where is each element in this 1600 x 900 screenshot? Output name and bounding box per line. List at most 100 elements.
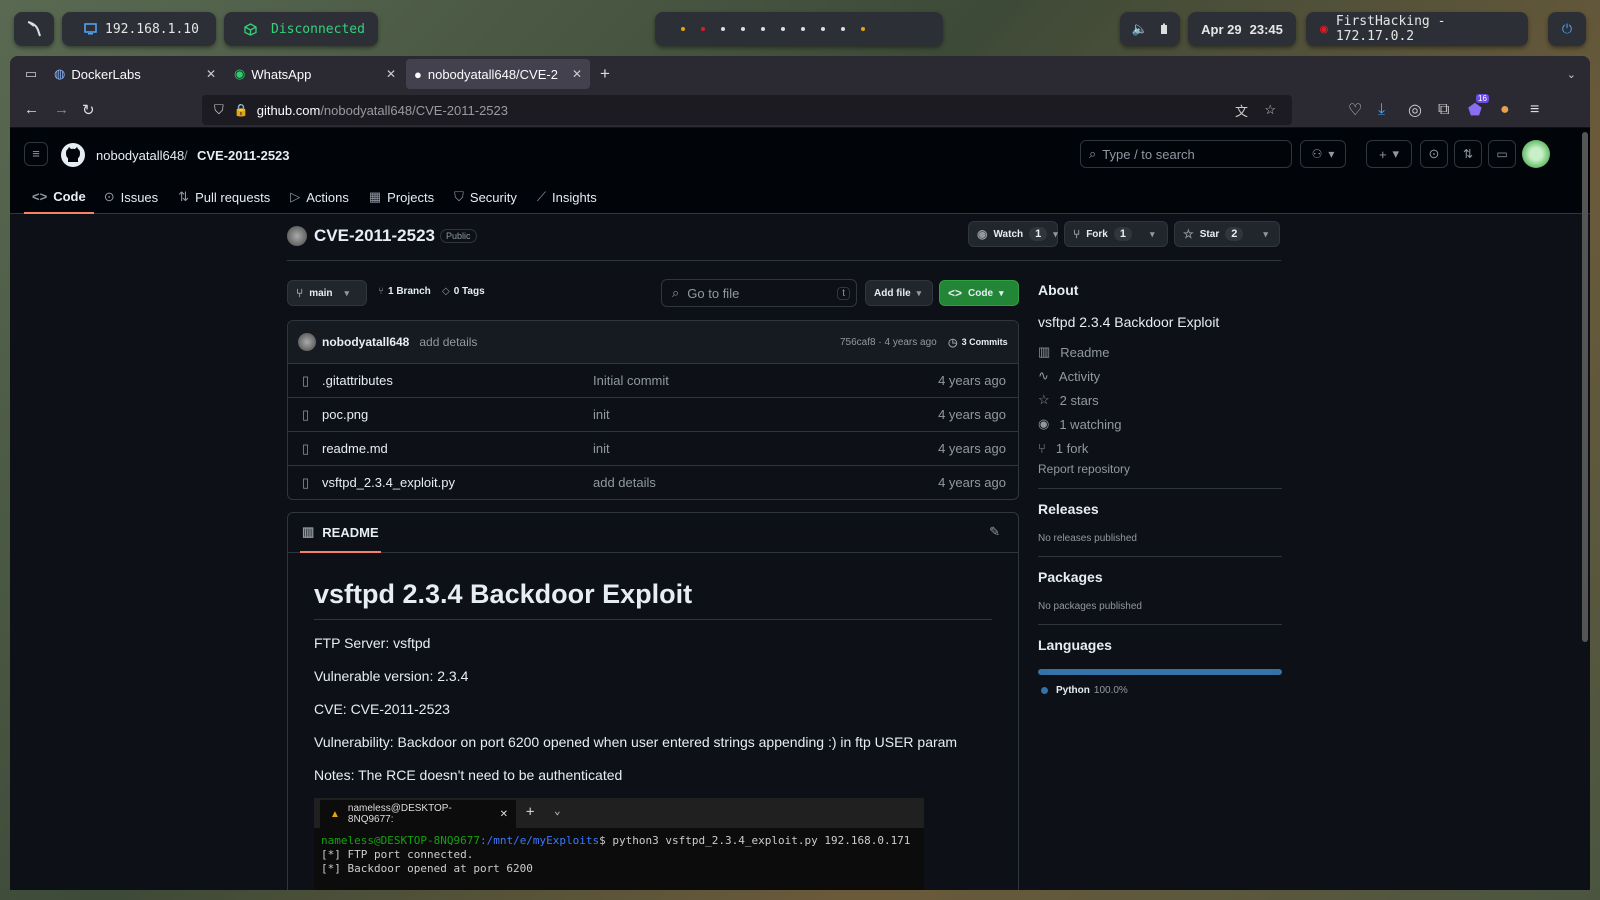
packages-heading[interactable]: Packages xyxy=(1038,569,1282,585)
file-row[interactable]: ▯ poc.png init 4 years ago xyxy=(288,397,1018,431)
search-input[interactable]: ⌕ Type / to search xyxy=(1080,140,1292,168)
workspace-dot[interactable] xyxy=(681,27,685,31)
tray-widget[interactable]: 🔈 xyxy=(1120,12,1180,46)
close-tab-icon[interactable]: ✕ xyxy=(386,67,396,81)
about-readme-link[interactable]: ▥ Readme xyxy=(1038,340,1282,364)
tab-projects[interactable]: ▦ Projects xyxy=(359,180,444,214)
translate-icon[interactable]: 文 xyxy=(1235,101,1248,120)
github-logo-icon[interactable] xyxy=(60,142,86,168)
url-field[interactable]: ⛉ 🔒 github.com /nobodyatall648/CVE-2011-… xyxy=(202,95,1292,125)
file-commit-msg[interactable]: init xyxy=(593,407,610,422)
target-widget[interactable]: ◉ FirstHacking - 172.17.0.2 xyxy=(1306,12,1528,46)
breadcrumb-owner[interactable]: nobodyatall648 xyxy=(96,148,184,163)
tab-whatsapp[interactable]: ◉ WhatsApp ✕ xyxy=(226,59,404,89)
file-row[interactable]: ▯ vsftpd_2.3.4_exploit.py add details 4 … xyxy=(288,465,1018,499)
committer-avatar[interactable] xyxy=(298,333,316,351)
tab-issues[interactable]: ⊙ Issues xyxy=(94,180,168,214)
reload-icon[interactable]: ↻ xyxy=(82,101,95,119)
close-tab-icon[interactable]: ✕ xyxy=(572,67,582,81)
commit-author[interactable]: nobodyatall648 xyxy=(322,335,409,349)
code-button[interactable]: <> Code ▾ xyxy=(939,280,1019,306)
close-tab-icon[interactable]: ✕ xyxy=(206,67,216,81)
new-tab-icon[interactable]: + xyxy=(600,64,610,84)
releases-heading[interactable]: Releases xyxy=(1038,501,1282,517)
create-new-button[interactable]: + ▾ xyxy=(1366,140,1412,168)
workspace-switcher[interactable] xyxy=(655,12,943,46)
forward-icon[interactable]: → xyxy=(54,101,69,118)
workspace-dot[interactable] xyxy=(821,27,825,31)
vpn-status-widget[interactable]: Disconnected xyxy=(224,12,378,46)
file-commit-msg[interactable]: add details xyxy=(593,475,656,490)
fork-button[interactable]: ⑂ Fork 1 ▾ xyxy=(1064,221,1168,247)
target-icon: ◉ xyxy=(1320,21,1328,37)
page-scrollbar[interactable] xyxy=(1582,132,1588,642)
issues-header-button[interactable]: ⊙ xyxy=(1420,140,1448,168)
language-item[interactable]: Python 100.0% xyxy=(1038,685,1282,696)
about-forks-link[interactable]: ⑂ 1 fork xyxy=(1038,436,1282,460)
watch-button[interactable]: ◉ Watch 1 ▾ xyxy=(968,221,1058,247)
workspace-dot[interactable] xyxy=(721,27,725,31)
about-stars-link[interactable]: ☆ 2 stars xyxy=(1038,388,1282,412)
star-button[interactable]: ☆ Star 2 ▾ xyxy=(1174,221,1280,247)
edit-pencil-icon[interactable]: ✎ xyxy=(989,524,1000,540)
workspace-dot[interactable] xyxy=(781,27,785,31)
copilot-button[interactable]: ⚇ ▾ xyxy=(1300,140,1346,168)
workspace-dot[interactable] xyxy=(801,27,805,31)
tab-pull-requests[interactable]: ⇅ Pull requests xyxy=(168,180,280,214)
repo-title[interactable]: CVE-2011-2523 xyxy=(314,226,435,246)
avatar[interactable] xyxy=(1522,140,1550,168)
about-watching-link[interactable]: ◉ 1 watching xyxy=(1038,412,1282,436)
tab-security[interactable]: ⛉ Security xyxy=(444,180,527,214)
tab-overview-icon[interactable]: ▭ xyxy=(16,66,46,82)
power-button[interactable]: ⏻ xyxy=(1548,12,1586,46)
commit-hash-time[interactable]: 756caf8 · 4 years ago xyxy=(840,337,937,348)
back-icon[interactable]: ← xyxy=(24,101,39,118)
tab-code[interactable]: <> Code xyxy=(24,180,94,214)
about-activity-link[interactable]: ∿ Activity xyxy=(1038,364,1282,388)
volume-icon[interactable]: 🔈 xyxy=(1132,22,1148,37)
workspace-dot[interactable] xyxy=(861,27,865,31)
file-row[interactable]: ▯ .gitattributes Initial commit 4 years … xyxy=(288,363,1018,397)
local-ip-widget[interactable]: 192.168.1.10 xyxy=(62,12,216,46)
menu-icon[interactable]: ≡ xyxy=(1530,101,1539,119)
readme-tab[interactable]: ▥ README xyxy=(300,513,381,553)
tags-link[interactable]: ◇ 0 Tags xyxy=(442,286,485,297)
file-commit-msg[interactable]: init xyxy=(593,441,610,456)
workspace-dot[interactable] xyxy=(701,27,705,31)
file-commit-msg[interactable]: Initial commit xyxy=(593,373,669,388)
pocket-icon[interactable]: ♡ xyxy=(1348,100,1362,120)
clock-widget[interactable]: Apr 29 23:45 xyxy=(1188,12,1296,46)
tab-list-icon[interactable]: ⌄ xyxy=(1567,68,1576,81)
tab-insights[interactable]: ⟋ Insights xyxy=(527,180,607,214)
tab-actions[interactable]: ▷ Actions xyxy=(280,180,359,214)
branches-link[interactable]: ⑂ 1 Branch xyxy=(378,286,431,297)
search-placeholder: Type / to search xyxy=(1102,146,1195,162)
pulls-header-button[interactable]: ⇅ xyxy=(1454,140,1482,168)
bookmark-star-icon[interactable]: ☆ xyxy=(1264,102,1276,118)
commit-message[interactable]: add details xyxy=(419,335,477,349)
file-name[interactable]: vsftpd_2.3.4_exploit.py xyxy=(322,475,455,490)
add-file-button[interactable]: Add file ▾ xyxy=(865,280,933,306)
inbox-button[interactable]: ▭ xyxy=(1488,140,1516,168)
file-name[interactable]: poc.png xyxy=(322,407,368,422)
tab-dockerlabs[interactable]: ◍ DockerLabs ✕ xyxy=(46,59,224,89)
tab-github[interactable]: ● nobodyatall648/CVE-201 ✕ xyxy=(406,59,590,89)
workspace-dot[interactable] xyxy=(761,27,765,31)
branch-selector[interactable]: ⑂ main ▾ xyxy=(287,280,367,306)
goto-file-input[interactable]: ⌕ Go to file t xyxy=(661,279,857,307)
repo-avatar[interactable] xyxy=(287,226,307,246)
workspace-dot[interactable] xyxy=(841,27,845,31)
account-icon[interactable]: ◎ xyxy=(1408,100,1422,120)
cookie-icon[interactable]: ● xyxy=(1500,101,1510,119)
report-repository-link[interactable]: Report repository xyxy=(1038,462,1282,476)
download-icon[interactable]: ⤓ xyxy=(1378,101,1385,119)
launcher-button[interactable] xyxy=(14,12,54,46)
extensions-icon[interactable]: ⧉ xyxy=(1438,101,1449,119)
breadcrumb-repo[interactable]: CVE-2011-2523 xyxy=(197,148,290,163)
file-name[interactable]: .gitattributes xyxy=(322,373,393,388)
file-row[interactable]: ▯ readme.md init 4 years ago xyxy=(288,431,1018,465)
workspace-dot[interactable] xyxy=(741,27,745,31)
file-name[interactable]: readme.md xyxy=(322,441,388,456)
commits-link[interactable]: ◷ 3 Commits xyxy=(948,336,1008,349)
hamburger-button[interactable]: ≡ xyxy=(24,142,48,166)
